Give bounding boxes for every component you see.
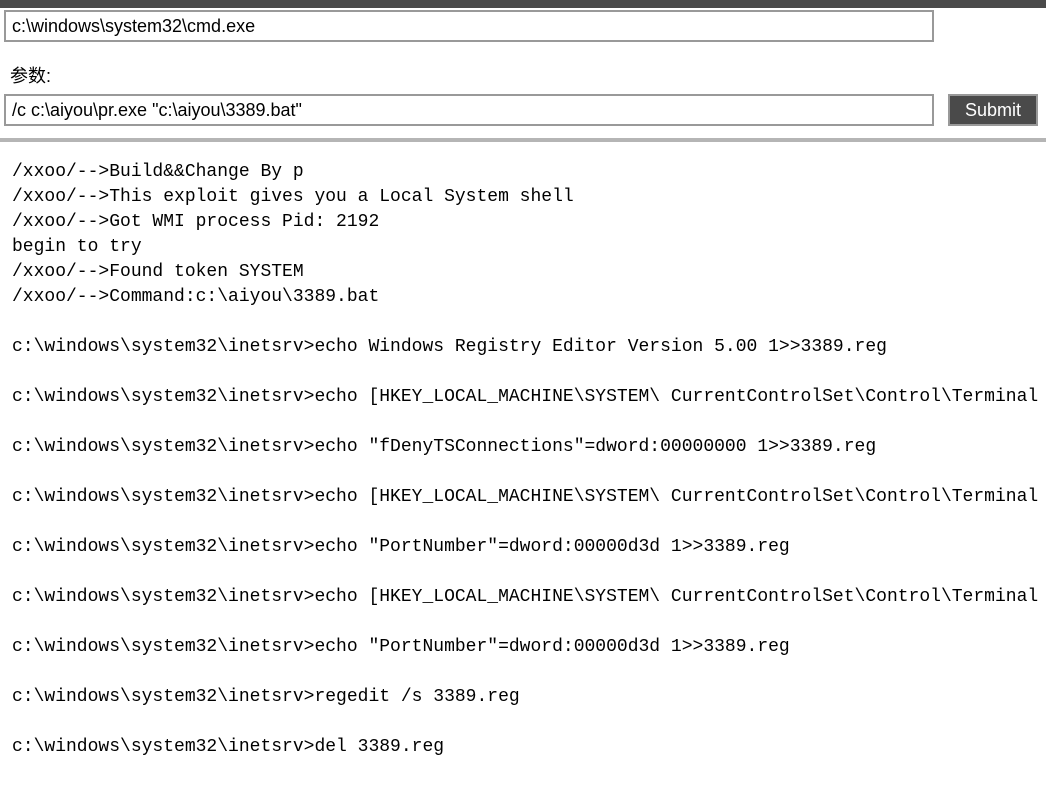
command-output: /xxoo/-->Build&&Change By p /xxoo/-->Thi…: [0, 142, 1046, 760]
param-input[interactable]: [4, 94, 934, 126]
submit-button[interactable]: Submit: [948, 94, 1038, 126]
param-row: Submit: [4, 94, 1046, 126]
param-label: 参数:: [10, 62, 1046, 88]
top-bar: [0, 0, 1046, 8]
command-path-input[interactable]: [4, 10, 934, 42]
form-area: 参数: Submit: [0, 8, 1046, 126]
